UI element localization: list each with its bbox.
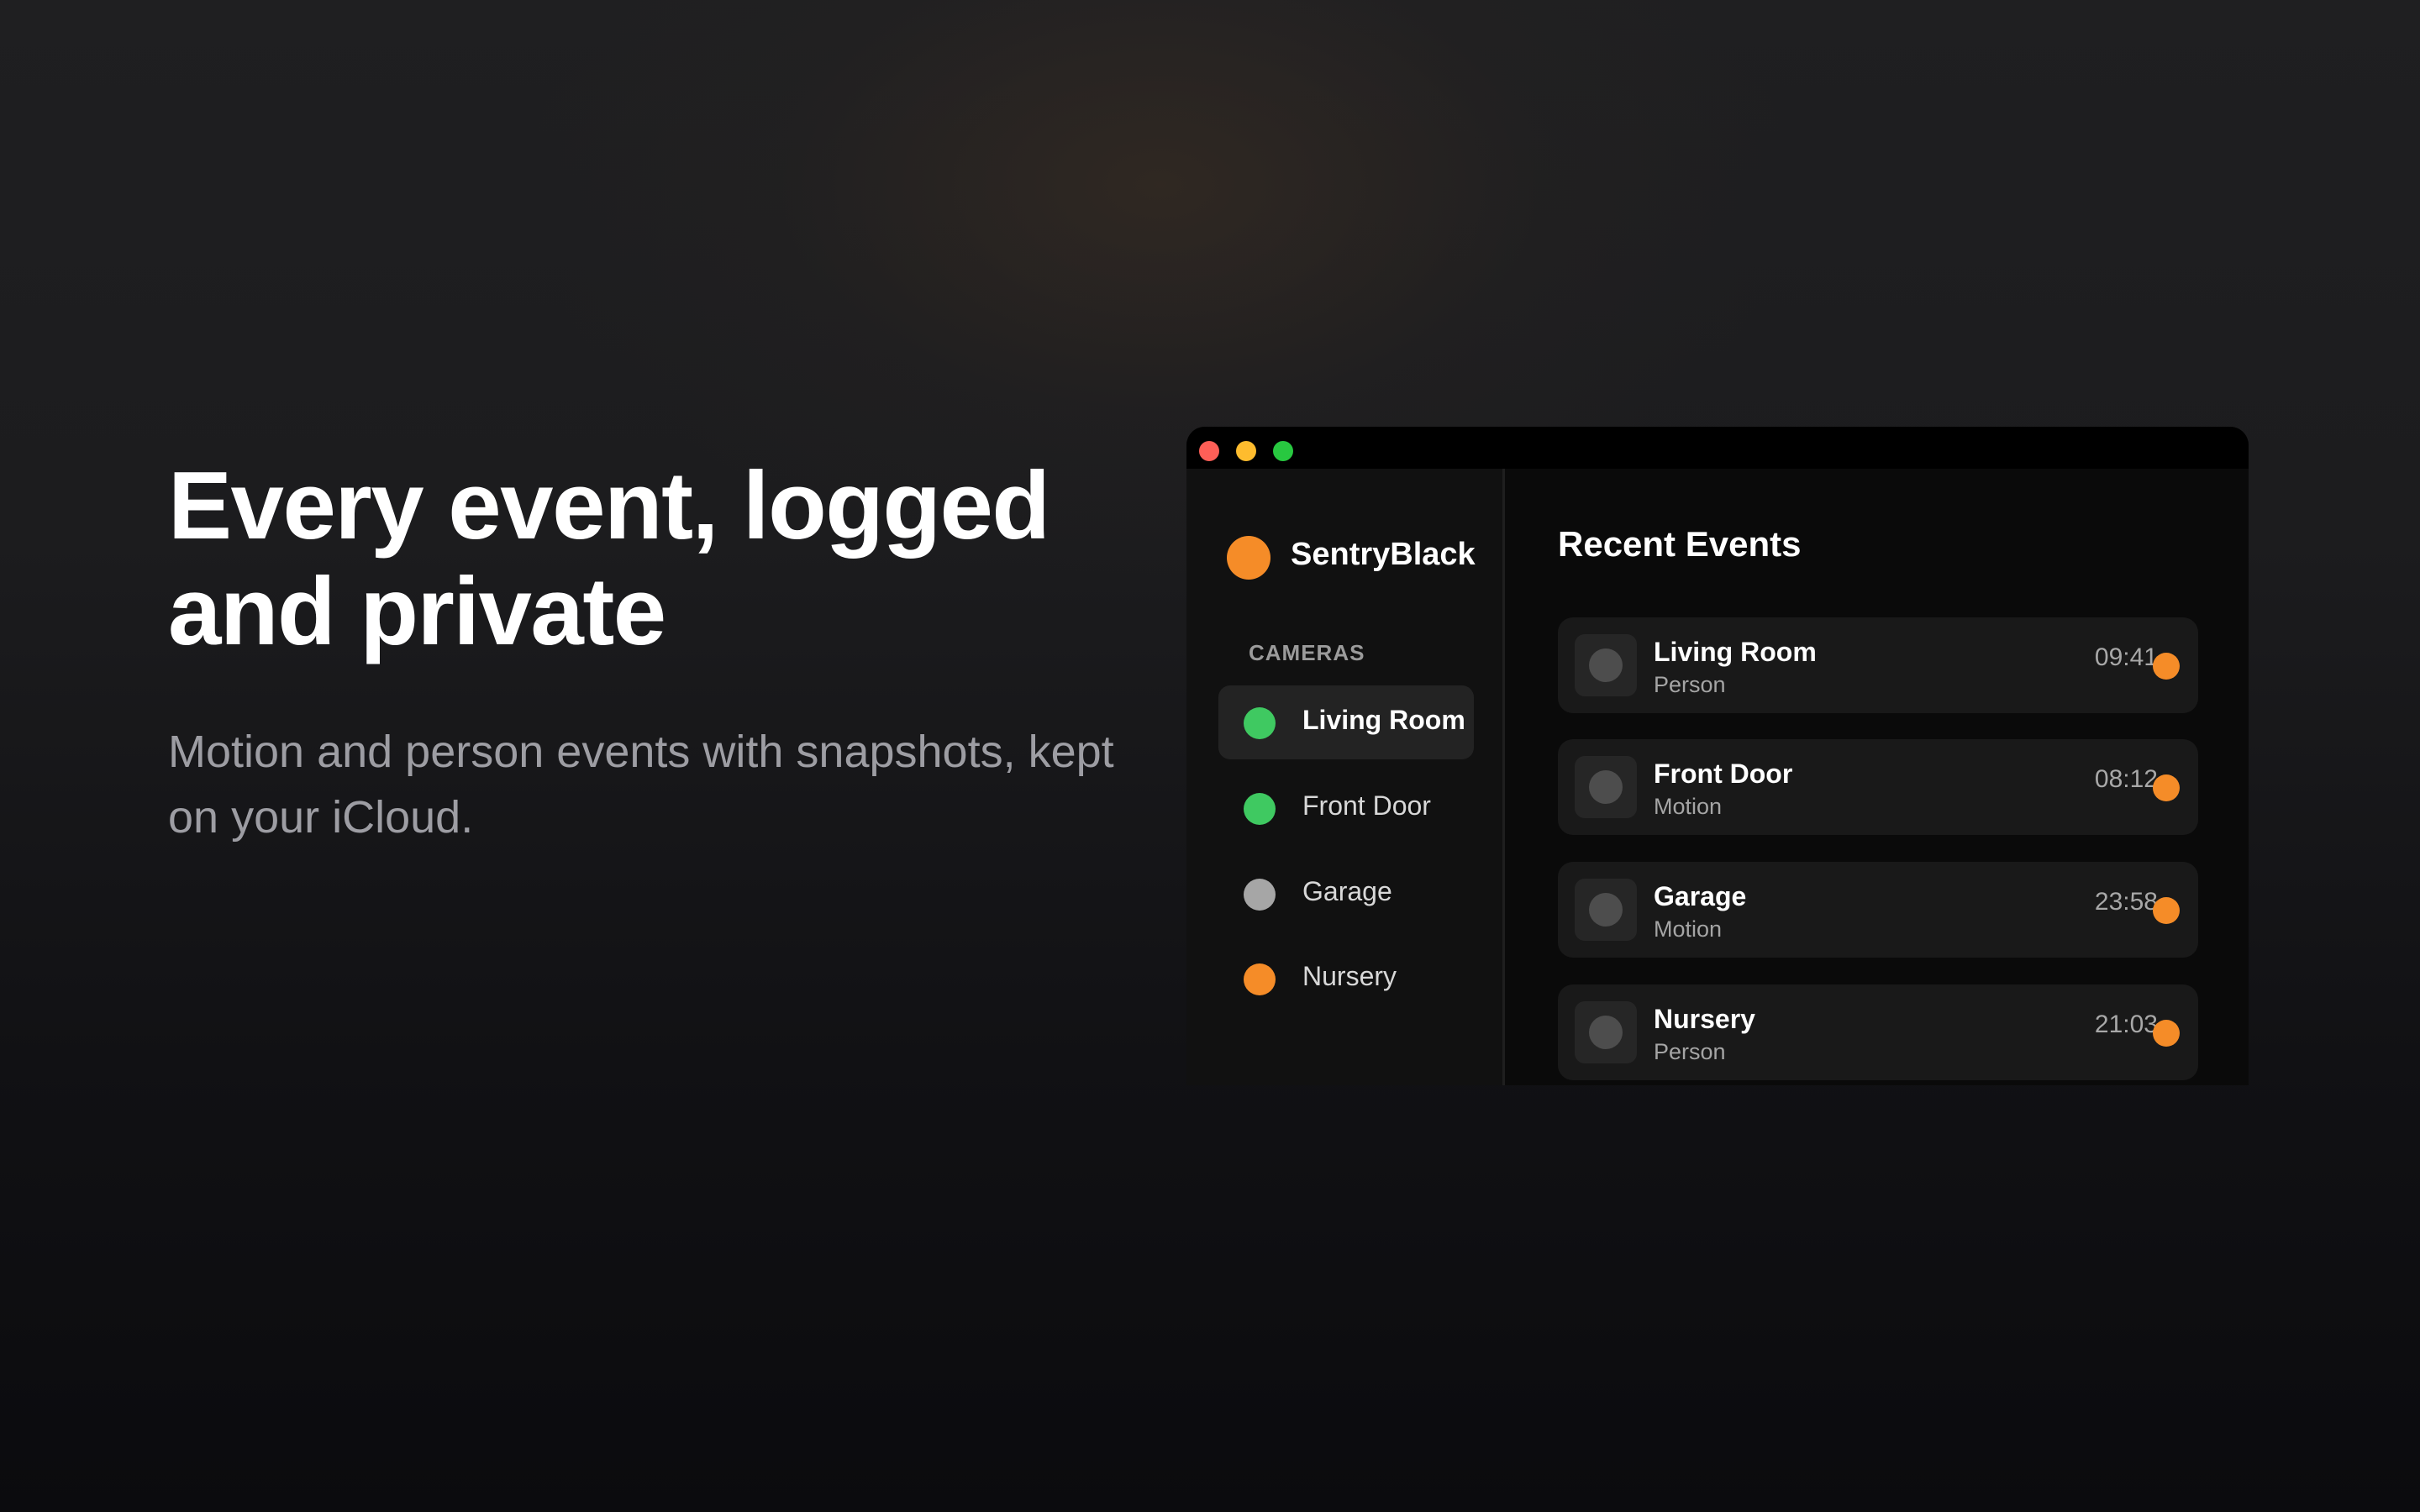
event-type: Person — [1654, 1039, 1726, 1064]
event-type: Motion — [1654, 794, 1723, 819]
brand-name: SentryBlack — [1291, 537, 1476, 572]
event-camera: Front Door — [1654, 759, 1793, 789]
event-type: Motion — [1654, 916, 1723, 942]
event-time: 23:58 — [2094, 888, 2158, 916]
sidebar-item-nursery[interactable]: Nursery — [1218, 942, 1474, 1016]
event-camera: Garage — [1654, 881, 1747, 911]
sidebar-item-label: Nursery — [1302, 961, 1397, 991]
cameras-section-label: CAMERAS — [1249, 640, 1365, 665]
event-indicator-icon — [2153, 653, 2180, 680]
sidebar-item-label: Garage — [1302, 876, 1392, 906]
minimize-window-button[interactable] — [1236, 441, 1256, 461]
snapshot-placeholder-icon — [1589, 1016, 1623, 1049]
sidebar-item-label: Living Room — [1302, 705, 1465, 735]
sidebar-item-front-door[interactable]: Front Door — [1218, 771, 1474, 845]
status-dot-icon — [1244, 879, 1276, 911]
event-time: 09:41 — [2094, 643, 2158, 671]
snapshot-placeholder-icon — [1589, 893, 1623, 927]
event-indicator-icon — [2153, 1020, 2180, 1047]
event-row[interactable]: Garage Motion 23:58 — [1558, 862, 2198, 958]
snapshot-placeholder-icon — [1589, 770, 1623, 804]
snapshot-placeholder-icon — [1589, 648, 1623, 682]
event-row[interactable]: Nursery Person 21:03 — [1558, 984, 2198, 1080]
event-time: 08:12 — [2094, 765, 2158, 793]
event-time: 21:03 — [2094, 1011, 2158, 1038]
event-row[interactable]: Living Room Person 09:41 — [1558, 617, 2198, 713]
snapshot-thumbnail — [1575, 879, 1637, 941]
hero-headline: Every event, logged and private — [168, 453, 1050, 665]
event-row[interactable]: Front Door Motion 08:12 — [1558, 739, 2198, 835]
snapshot-thumbnail — [1575, 1001, 1637, 1063]
window-bottom-edge — [1186, 1085, 2249, 1512]
title-bar — [1186, 427, 2249, 469]
event-indicator-icon — [2153, 897, 2180, 924]
sidebar-item-garage[interactable]: Garage — [1218, 857, 1474, 931]
hero-subhead: Motion and person events with snapshots,… — [168, 727, 1114, 843]
brand-logo-icon — [1227, 536, 1270, 580]
event-type: Person — [1654, 672, 1726, 697]
sidebar-item-label: Front Door — [1302, 790, 1431, 821]
status-dot-icon — [1244, 963, 1276, 995]
sidebar: SentryBlack CAMERAS Living Room Front Do… — [1186, 469, 1505, 1085]
status-dot-icon — [1244, 707, 1276, 739]
snapshot-thumbnail — [1575, 756, 1637, 818]
event-camera: Living Room — [1654, 637, 1817, 667]
zoom-window-button[interactable] — [1273, 441, 1293, 461]
close-window-button[interactable] — [1199, 441, 1219, 461]
event-camera: Nursery — [1654, 1004, 1755, 1034]
event-indicator-icon — [2153, 774, 2180, 801]
sidebar-item-living-room[interactable]: Living Room — [1218, 685, 1474, 759]
snapshot-thumbnail — [1575, 634, 1637, 696]
status-dot-icon — [1244, 793, 1276, 825]
recent-events-title: Recent Events — [1558, 524, 1802, 564]
